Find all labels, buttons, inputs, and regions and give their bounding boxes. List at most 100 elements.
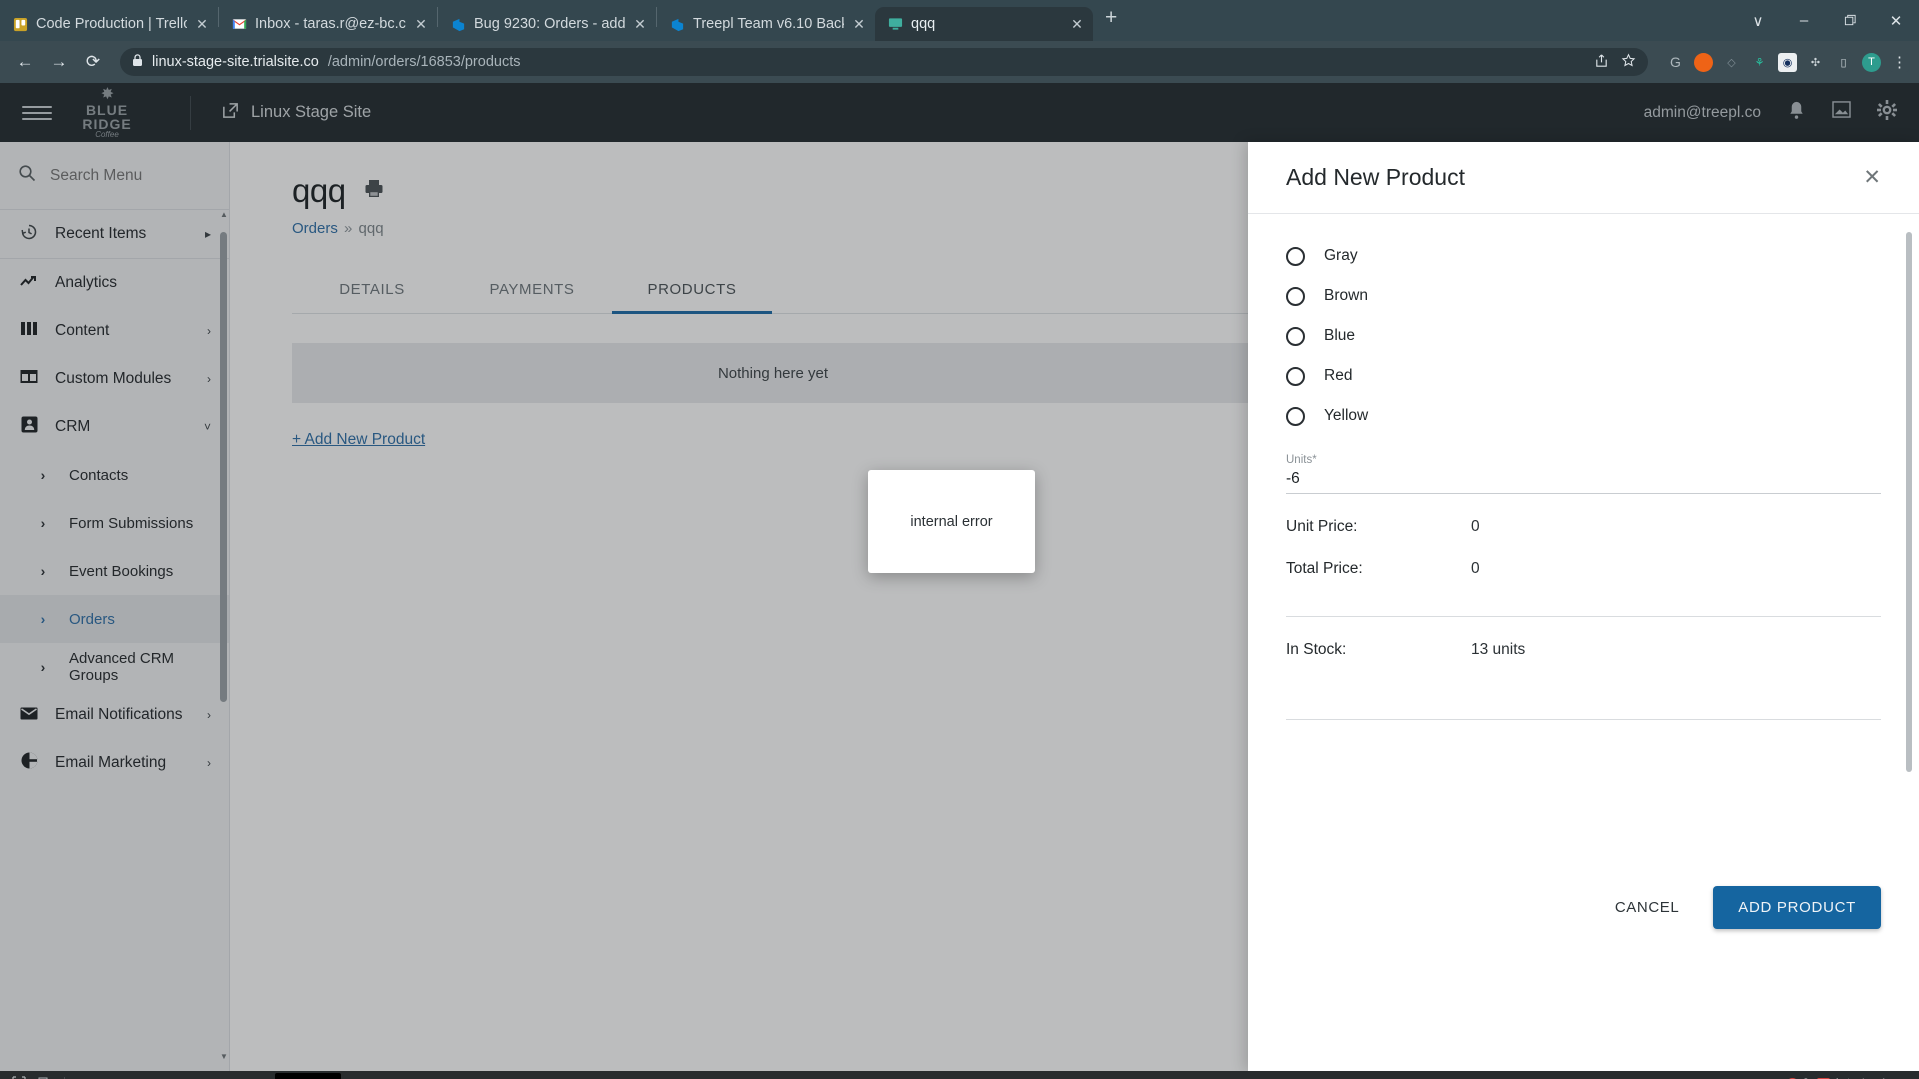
tab-close-icon[interactable]: ✕ [194,16,210,33]
browser-tab-4-active[interactable]: qqq ✕ [875,7,1093,41]
units-label: Units* [1286,454,1317,466]
in-stock-label: In Stock: [1286,641,1347,658]
radio-button[interactable] [1286,366,1305,386]
cancel-button[interactable]: CANCEL [1603,889,1691,926]
puzzle-ext-icon[interactable]: ✣ [1806,52,1825,72]
devtools-tab-application[interactable]: Application [497,1073,578,1079]
window-close-button[interactable]: ✕ [1873,12,1919,30]
omnibox-actions [1594,52,1636,72]
devtools-tab-elements[interactable]: Elements [71,1073,143,1079]
drawer-divider [1286,719,1881,720]
drawer-body: Gray Brown Blue Red Yellow Units* -6 Uni… [1248,214,1919,1071]
bookmark-star-icon[interactable] [1621,52,1636,72]
add-product-button[interactable]: ADD PRODUCT [1713,886,1881,929]
address-bar[interactable]: linux-stage-site.trialsite.co/admin/orde… [120,48,1648,76]
kebab-menu-icon[interactable]: ⋮ [1890,52,1909,72]
back-icon[interactable]: ← [10,47,40,77]
devtools-tab-memory[interactable]: Memory [432,1073,497,1079]
in-stock-value: 13 units [1471,641,1526,658]
radio-option-yellow[interactable]: Yellow [1286,396,1881,436]
browser-tab-strip: Code Production | Trello ✕ Inbox - taras… [0,0,1919,41]
radio-label: Brown [1324,287,1368,304]
radio-button[interactable] [1286,286,1305,306]
total-price-row: Total Price: 0 [1286,560,1881,578]
rocket-ext-icon[interactable]: ⚘ [1750,52,1769,72]
inspect-element-icon[interactable] [6,1075,32,1079]
devtools-tab-bar: Elements Console Sources Network Perform… [0,1071,1919,1079]
address-bar-path: /admin/orders/16853/products [327,54,521,70]
tab-close-icon[interactable]: ✕ [851,16,867,33]
devtools-tab-recorder[interactable]: Recorder ⚠ [742,1073,827,1079]
radio-option-red[interactable]: Red [1286,356,1881,396]
browser-tab-title: Treepl Team v6.10 Backlog - Boar [693,16,844,32]
gmail-icon [231,16,248,33]
add-new-product-drawer: Add New Product ✕ Gray Brown Blue Red Ye… [1248,142,1919,1071]
address-bar-host: linux-stage-site.trialsite.co [152,54,319,70]
eye-ext-icon[interactable]: ◉ [1778,52,1797,72]
monitor-icon [887,16,904,33]
azure-devops-icon [450,16,467,33]
grammarly-ext-icon[interactable]: G [1666,52,1685,72]
trello-icon [12,16,29,33]
share-icon[interactable] [1594,53,1609,72]
tab-list-icon[interactable]: ∨ [1735,12,1781,30]
internal-error-dialog: internal error [868,470,1035,573]
radio-option-blue[interactable]: Blue [1286,316,1881,356]
in-stock-row: In Stock: 13 units [1286,641,1881,659]
tab-close-icon[interactable]: ✕ [1069,16,1085,33]
devtools-tab-security[interactable]: Security [578,1073,643,1079]
drawer-title: Add New Product [1286,164,1465,190]
azure-devops-icon [669,16,686,33]
browser-tab-0[interactable]: Code Production | Trello ✕ [0,7,218,41]
radio-label: Red [1324,367,1353,384]
unit-price-row: Unit Price: 0 [1286,518,1881,536]
diamond-ext-icon[interactable]: ◇ [1722,52,1741,72]
browser-tab-3[interactable]: Treepl Team v6.10 Backlog - Boar ✕ [657,7,875,41]
devtools-tab-sources[interactable]: Sources [209,1073,275,1079]
devtools-tab-console[interactable]: Console [143,1073,209,1079]
units-field[interactable]: Units* -6 [1286,454,1881,494]
devtools-tab-performance-insights[interactable]: Performance insights ⚠ [841,1073,990,1079]
total-price-label: Total Price: [1286,560,1363,577]
avatar[interactable]: T [1862,52,1881,72]
devtools-tab-performance[interactable]: Performance [341,1073,432,1079]
browser-tab-2[interactable]: Bug 9230: Orders - add products ✕ [438,7,656,41]
radio-button[interactable] [1286,406,1305,426]
window-maximize-button[interactable] [1827,12,1873,29]
close-icon[interactable]: ✕ [1863,165,1881,190]
window-minimize-button[interactable]: – [1781,12,1827,29]
devtools-tab-network[interactable]: Network [275,1073,342,1079]
device-toolbar-icon[interactable] [32,1076,58,1079]
units-value[interactable]: -6 [1286,470,1881,488]
browser-tab-1[interactable]: Inbox - taras.r@ez-bc.com - EZ-B ✕ [219,7,437,41]
drawer-divider [1286,616,1881,617]
drawer-scrollbar-thumb[interactable] [1906,232,1912,772]
browser-tab-title: qqq [911,16,936,32]
unit-price-value: 0 [1471,518,1480,535]
browser-tab-title: Code Production | Trello [36,16,187,32]
mobile-ext-icon[interactable]: ▯ [1834,52,1853,72]
radio-label: Blue [1324,327,1356,344]
flame-ext-icon[interactable] [1694,52,1713,72]
reload-icon[interactable]: ⟳ [78,47,108,77]
browser-toolbar: ← → ⟳ linux-stage-site.trialsite.co/admi… [0,41,1919,83]
radio-option-gray[interactable]: Gray [1286,236,1881,276]
tab-close-icon[interactable]: ✕ [413,16,429,33]
forward-icon[interactable]: → [44,47,74,77]
devtools-panel: Elements Console Sources Network Perform… [0,1071,1919,1079]
radio-label: Yellow [1324,407,1369,424]
radio-option-brown[interactable]: Brown [1286,276,1881,316]
radio-button[interactable] [1286,326,1305,346]
radio-button[interactable] [1286,246,1305,266]
window-controls: ∨ – ✕ [1735,0,1919,41]
tab-close-icon[interactable]: ✕ [632,16,648,33]
application-window: ✸ BLUE RIDGE Coffee Linux Stage Site adm… [0,83,1919,1071]
error-message: internal error [910,513,993,530]
radio-label: Gray [1324,247,1358,264]
browser-tab-title: Inbox - taras.r@ez-bc.com - EZ-B [255,16,406,32]
devtools-tab-lighthouse[interactable]: Lighthouse [661,1073,742,1079]
new-tab-button[interactable]: + [1093,6,1129,35]
lock-icon [132,53,143,71]
unit-price-label: Unit Price: [1286,518,1358,535]
devtools-tab-adblock[interactable]: AdBlock [1004,1073,1070,1079]
